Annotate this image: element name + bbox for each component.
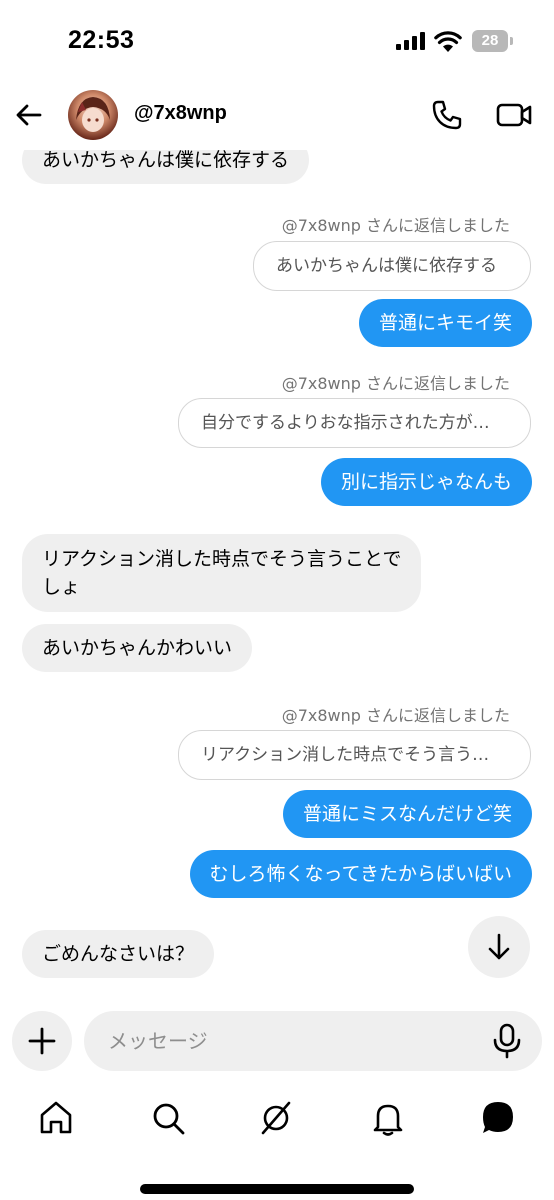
- reply-meta: @7x8wnp さんに返信しました: [281, 374, 510, 393]
- reply-quote[interactable]: あいかちゃんは僕に依存する: [253, 241, 531, 291]
- reply-quote[interactable]: リアクション消した時点でそう言う…: [178, 730, 531, 780]
- bottom-navigation: [0, 1090, 554, 1150]
- incoming-message[interactable]: リアクション消した時点でそう言うことで しょ: [22, 534, 422, 612]
- explore-icon[interactable]: [256, 1098, 296, 1138]
- video-call-icon[interactable]: [496, 98, 532, 132]
- outgoing-message[interactable]: 別に指示じゃなんも: [320, 458, 532, 506]
- message-list[interactable]: あいかちゃんは僕に依存する @7x8wnp さんに返信しました あいかちゃんは僕…: [0, 0, 554, 1000]
- phone-icon[interactable]: [430, 98, 464, 132]
- avatar-image: [76, 97, 110, 132]
- back-arrow-icon[interactable]: [12, 98, 46, 132]
- microphone-icon[interactable]: [490, 1023, 524, 1059]
- reply-meta: @7x8wnp さんに返信しました: [281, 216, 510, 235]
- arrow-down-icon: [488, 933, 510, 960]
- notifications-icon[interactable]: [368, 1098, 408, 1138]
- outgoing-message[interactable]: むしろ怖くなってきたからばいばい: [189, 850, 532, 898]
- message-line: リアクション消した時点でそう言うことで: [42, 548, 402, 570]
- reply-quote[interactable]: 自分でするよりおな指示された方が…: [178, 398, 531, 448]
- chat-header: @7x8wnp: [0, 80, 554, 150]
- avatar[interactable]: [68, 90, 118, 140]
- outgoing-message[interactable]: 普通にミスなんだけど笑: [282, 790, 532, 838]
- message-input[interactable]: [84, 1011, 542, 1071]
- message-line: しょ: [42, 576, 81, 598]
- home-icon[interactable]: [36, 1098, 76, 1138]
- plus-icon: [28, 1027, 56, 1055]
- scroll-to-bottom-button[interactable]: [468, 916, 530, 978]
- chat-username[interactable]: @7x8wnp: [134, 102, 227, 125]
- add-attachment-button[interactable]: [12, 1011, 72, 1071]
- messages-icon[interactable]: [478, 1098, 518, 1138]
- incoming-message[interactable]: あいかちゃんかわいい: [22, 624, 253, 672]
- incoming-message[interactable]: ごめんなさいは？: [22, 930, 215, 978]
- reply-meta: @7x8wnp さんに返信しました: [281, 706, 510, 725]
- outgoing-message[interactable]: 普通にキモイ笑: [358, 299, 532, 347]
- home-indicator: [140, 1184, 414, 1194]
- search-icon[interactable]: [148, 1098, 188, 1138]
